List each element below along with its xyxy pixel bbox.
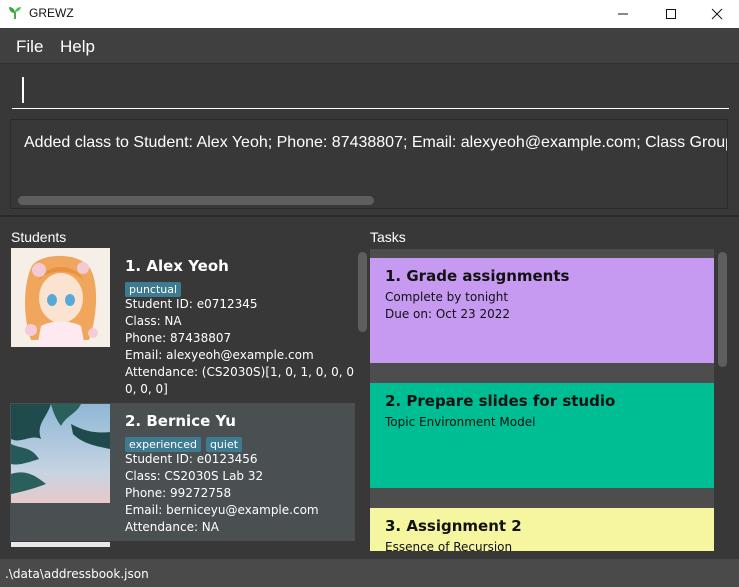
task-description: Essence of Recursion	[385, 540, 513, 551]
task-due: Due on: Oct 23 2022	[385, 307, 511, 321]
task-list[interactable]: 1. Grade assignments Complete by tonight…	[370, 249, 714, 551]
task-card[interactable]: 1. Grade assignments Complete by tonight…	[370, 258, 714, 363]
command-input[interactable]	[12, 75, 729, 109]
tree-sky-avatar	[11, 404, 110, 503]
task-card[interactable]: 3. Assignment 2 Essence of Recursion	[370, 508, 714, 551]
title-bar: GREWZ	[0, 0, 739, 28]
task-title: 1. Grade assignments	[385, 267, 570, 285]
task-separator	[370, 249, 714, 258]
task-description: Complete by tonight	[385, 290, 509, 304]
student-id: Student ID: e0123456	[125, 452, 258, 466]
student-name: 2. Bernice Yu	[125, 412, 236, 430]
avatar-image	[11, 248, 110, 347]
next-avatar-partial	[11, 542, 110, 547]
student-list[interactable]: 1. Alex Yeoh punctual Student ID: e07123…	[10, 247, 355, 547]
task-description: Topic Environment Model	[385, 415, 536, 429]
sprout-icon	[9, 7, 21, 19]
tag: experienced	[125, 437, 201, 452]
tasks-header: Tasks	[370, 229, 406, 245]
student-phone: Phone: 99272758	[125, 486, 232, 500]
tag: punctual	[125, 282, 182, 297]
students-vertical-scrollbar[interactable]	[358, 252, 367, 332]
maximize-icon	[666, 9, 676, 19]
student-card-selected[interactable]: 2. Bernice Yu experienced quiet Student I…	[10, 403, 355, 541]
maximize-button[interactable]	[648, 0, 694, 28]
menu-file[interactable]: File	[16, 37, 43, 57]
student-id: Student ID: e0712345	[125, 297, 258, 311]
student-attendance-cont: 0, 0, 0]	[125, 382, 168, 396]
minimize-icon	[618, 13, 628, 15]
result-display[interactable]: Added class to Student: Alex Yeoh; Phone…	[10, 119, 728, 209]
student-class: Class: CS2030S Lab 32	[125, 469, 264, 483]
students-header: Students	[11, 229, 67, 245]
tag-list: experienced quiet	[125, 433, 247, 452]
menu-bar: File Help	[0, 28, 739, 64]
result-horizontal-scrollbar[interactable]	[18, 196, 374, 205]
text-caret	[22, 77, 24, 103]
close-icon	[711, 8, 723, 20]
task-title: 2. Prepare slides for studio	[385, 392, 616, 410]
tag: quiet	[205, 437, 243, 452]
result-text: Added class to Student: Alex Yeoh; Phone…	[24, 134, 728, 151]
minimize-button[interactable]	[600, 0, 646, 28]
student-phone: Phone: 87438807	[125, 331, 232, 345]
task-card[interactable]: 2. Prepare slides for studio Topic Envir…	[370, 383, 714, 488]
student-class: Class: NA	[125, 314, 182, 328]
task-separator	[370, 363, 714, 383]
student-email: Email: alexyeoh@example.com	[125, 348, 314, 362]
student-attendance: Attendance: NA	[125, 520, 219, 534]
student-card[interactable]: 1. Alex Yeoh punctual Student ID: e07123…	[10, 247, 355, 403]
avatar-image	[11, 404, 110, 503]
task-separator	[370, 488, 714, 508]
tasks-vertical-scrollbar[interactable]	[718, 252, 727, 367]
tag-list: punctual	[125, 278, 186, 297]
split-divider[interactable]	[0, 215, 739, 217]
student-attendance: Attendance: (CS2030S)[1, 0, 1, 0, 0, 0, …	[125, 365, 355, 379]
status-path: .\data\addressbook.json	[5, 567, 149, 581]
student-email: Email: berniceyu@example.com	[125, 503, 319, 517]
student-name: 1. Alex Yeoh	[125, 257, 229, 275]
close-button[interactable]	[694, 0, 739, 28]
anime-girl-avatar	[11, 248, 110, 347]
task-title: 3. Assignment 2	[385, 517, 522, 535]
command-area	[0, 65, 739, 113]
status-bar: .\data\addressbook.json	[0, 559, 739, 587]
menu-help[interactable]: Help	[60, 37, 95, 57]
window-title: GREWZ	[29, 6, 74, 20]
